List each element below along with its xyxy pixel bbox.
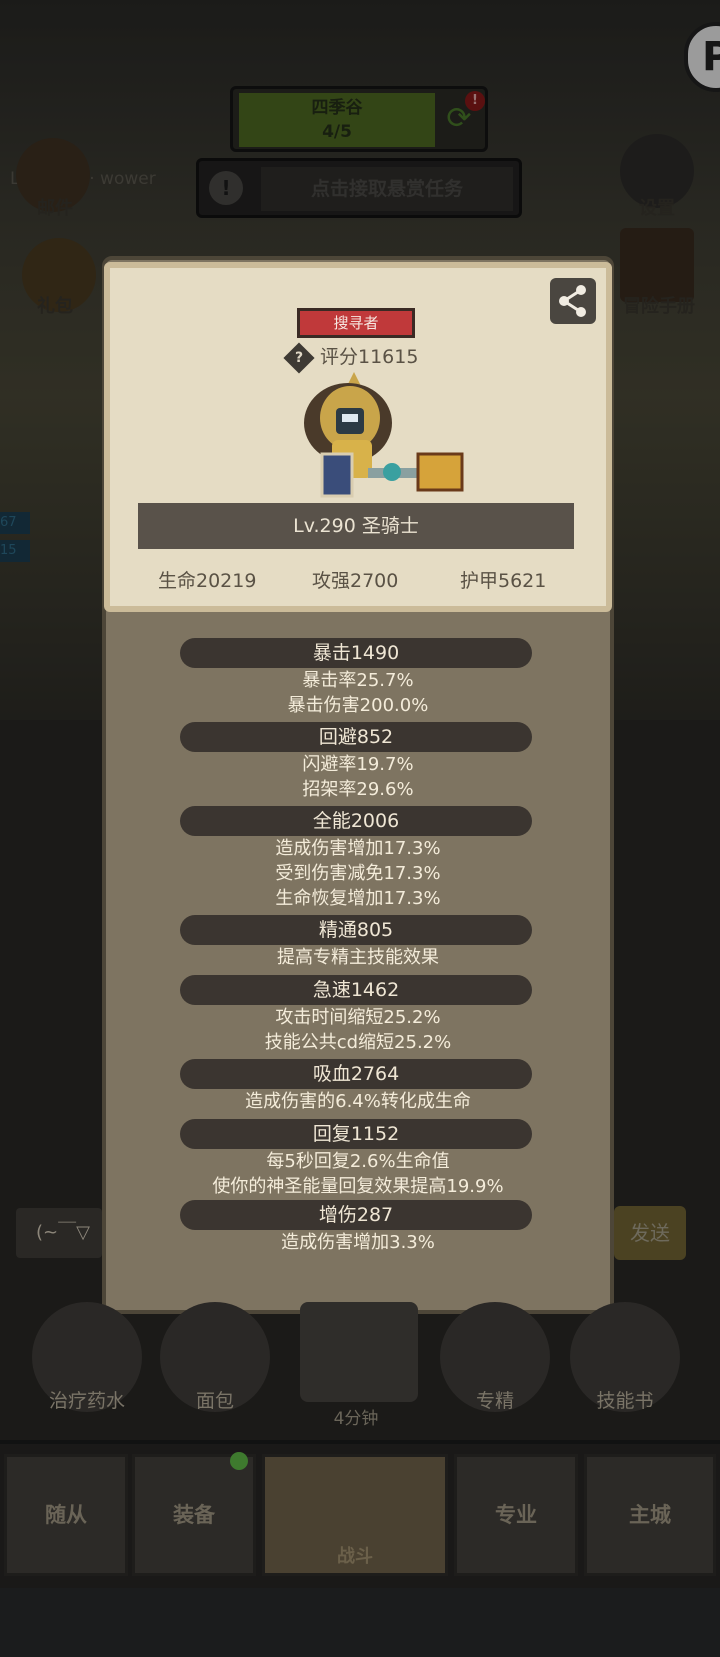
- skillbook-label: 技能书: [596, 1390, 654, 1412]
- score-label: 评分11615: [320, 346, 419, 368]
- chat-input[interactable]: (~￣▽: [16, 1208, 102, 1258]
- stat-header-mastery: 精通805: [180, 915, 532, 945]
- base-stat-attack: 攻强2700: [312, 570, 399, 592]
- paladin-hero-image: [304, 372, 464, 498]
- stat-header-leech: 吸血2764: [180, 1059, 532, 1089]
- stat-line: 造成伤害增加17.3%: [275, 838, 441, 859]
- share-icon: [559, 285, 586, 317]
- notification-dot: [230, 1452, 248, 1470]
- rank-badge: 搜寻者: [297, 308, 415, 338]
- nav-tab-battle[interactable]: 战斗: [262, 1454, 448, 1576]
- stat-line: 造成伤害增加3.3%: [281, 1232, 435, 1253]
- score-row: ? 评分11615: [283, 341, 448, 374]
- stat-line: 造成伤害的6.4%转化成生命: [245, 1091, 471, 1112]
- nav-tab-city[interactable]: 主城: [584, 1454, 716, 1576]
- stat-header-avoid: 回避852: [180, 722, 532, 752]
- send-button[interactable]: 发送: [614, 1206, 686, 1260]
- nav-tab-equipment[interactable]: 装备: [132, 1454, 256, 1576]
- stat-header-crit: 暴击1490: [180, 638, 532, 668]
- bread-label: 面包: [195, 1390, 234, 1412]
- nav-tab-followers[interactable]: 随从: [4, 1454, 128, 1576]
- stat-line: 生命恢复增加17.3%: [275, 888, 441, 909]
- stat-header-versatility: 全能2006: [180, 806, 532, 836]
- stat-line: 技能公共cd缩短25.2%: [264, 1032, 452, 1053]
- stat-line: 招架率29.6%: [302, 779, 414, 800]
- chest-timer: 4分钟: [333, 1409, 379, 1429]
- chest-icon[interactable]: [300, 1302, 418, 1402]
- stat-line: 每5秒回复2.6%生命值: [266, 1151, 450, 1172]
- stat-header-haste: 急速1462: [180, 975, 532, 1005]
- stat-line: 攻击时间缩短25.2%: [275, 1007, 441, 1028]
- base-stat-hp: 生命20219: [158, 570, 257, 592]
- stat-line: 提高专精主技能效果: [277, 947, 439, 968]
- stat-line: 暴击率25.7%: [302, 670, 414, 691]
- stat-line: 闪避率19.7%: [302, 754, 414, 775]
- stat-line: 受到伤害减免17.3%: [275, 863, 441, 884]
- stat-header-damage-bonus: 增伤287: [180, 1200, 532, 1230]
- stat-line: 使你的神圣能量回复效果提高19.9%: [212, 1176, 504, 1197]
- character-name-level: Lv.290 圣骑士: [138, 503, 574, 549]
- stat-header-recovery: 回复1152: [180, 1119, 532, 1149]
- base-stat-armor: 护甲5621: [460, 570, 547, 592]
- stat-line: 暴击伤害200.0%: [287, 695, 429, 716]
- spec-label: 专精: [475, 1390, 514, 1412]
- potion-label: 治疗药水: [48, 1390, 125, 1412]
- share-button[interactable]: [550, 278, 596, 324]
- nav-tab-profession[interactable]: 专业: [454, 1454, 578, 1576]
